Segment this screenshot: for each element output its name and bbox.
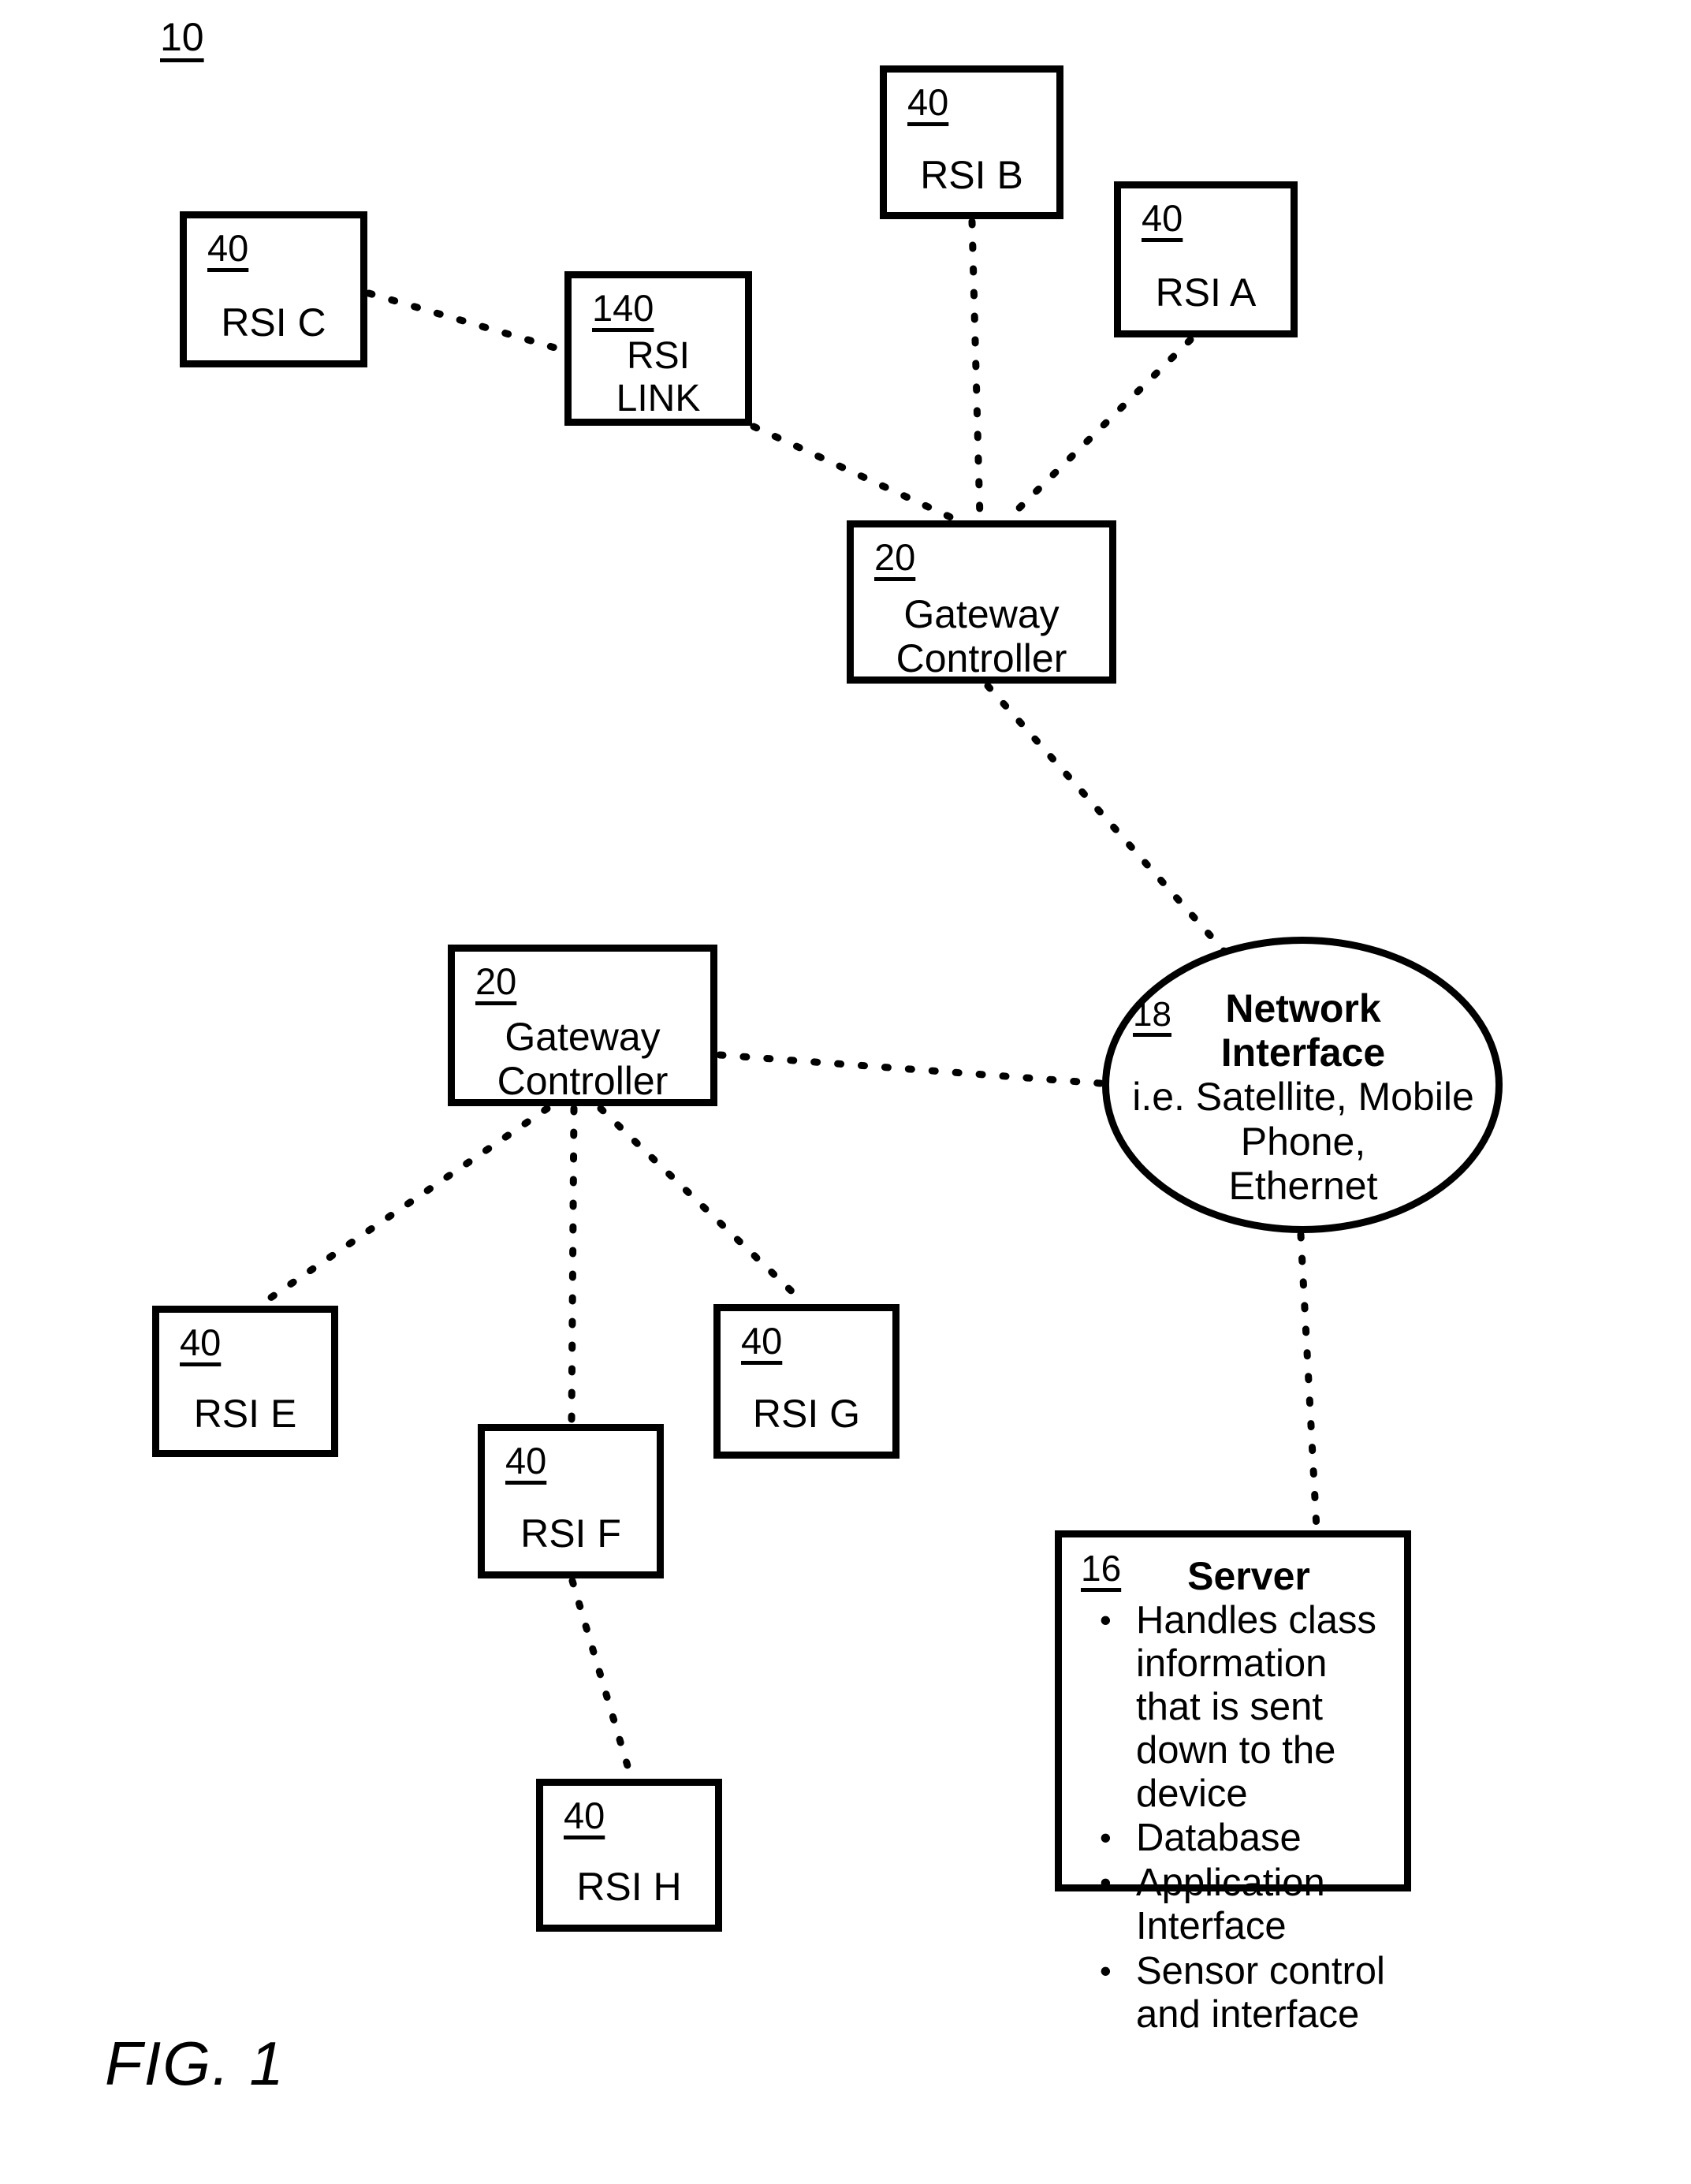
- node-rsi-a[interactable]: 40 RSI A: [1114, 181, 1298, 337]
- patent-figure-canvas: 10 40 RSI C 140 RSI LINK 40 RSI B 40 RSI…: [0, 0, 1691, 2184]
- network-interface-text-block: Network Interface i.e. Satellite, Mobile…: [1093, 986, 1513, 1209]
- node-rsi-b[interactable]: 40 RSI B: [880, 65, 1063, 219]
- wire-network-interface-to-server: [1297, 1231, 1320, 1532]
- wire-gateway-bottom-to-rsi-e: [259, 1105, 551, 1307]
- wire-rsi-f-to-rsi-h: [568, 1577, 635, 1780]
- node-rsi-h[interactable]: 40 RSI H: [536, 1779, 722, 1932]
- node-label: RSI G: [752, 1392, 861, 1436]
- node-rsi-e[interactable]: 40 RSI E: [152, 1306, 338, 1457]
- node-server[interactable]: 16 Server Handles class information that…: [1055, 1530, 1411, 2036]
- wire-rsi-link-to-gateway-top: [750, 423, 956, 522]
- node-reference-numeral: 20: [475, 960, 517, 1002]
- node-rsi-f[interactable]: 40 RSI F: [478, 1424, 664, 1578]
- node-label: RSI C: [221, 300, 326, 345]
- wire-gateway-bottom-to-rsi-f: [568, 1105, 578, 1426]
- wire-gateway-bottom-to-network-interface: [716, 1051, 1104, 1087]
- node-rsi-link[interactable]: 140 RSI LINK: [564, 271, 752, 426]
- wire-rsi-c-to-rsi-link: [365, 289, 567, 354]
- node-label: RSI H: [576, 1865, 682, 1909]
- node-reference-numeral: 40: [907, 81, 949, 123]
- node-label: RSI F: [520, 1511, 621, 1556]
- node-label: RSI LINK: [616, 335, 701, 419]
- wire-gateway-bottom-to-rsi-g: [597, 1105, 806, 1306]
- node-reference-numeral: 16: [1081, 1548, 1122, 1589]
- network-interface-title: Network Interface: [1220, 986, 1386, 1075]
- figure-caption: FIG. 1: [105, 2029, 285, 2098]
- figure-reference-numeral: 10: [160, 15, 204, 59]
- node-reference-numeral: 40: [1142, 197, 1183, 239]
- node-label: Gateway Controller: [896, 592, 1067, 680]
- node-reference-numeral: 20: [874, 536, 916, 578]
- node-reference-numeral: 40: [505, 1440, 547, 1481]
- node-gateway-controller-bottom[interactable]: 20 Gateway Controller: [448, 945, 717, 1106]
- node-gateway-controller-top[interactable]: 20 Gateway Controller: [847, 520, 1116, 684]
- wire-rsi-b-to-gateway-top: [968, 218, 984, 522]
- node-label: RSI A: [1155, 270, 1257, 315]
- node-reference-numeral: 40: [564, 1795, 605, 1836]
- node-label: RSI E: [193, 1392, 297, 1436]
- node-reference-numeral: 40: [207, 227, 249, 269]
- server-feature-list: Handles class information that is sent d…: [1062, 1599, 1404, 2037]
- node-label: Gateway Controller: [497, 1015, 669, 1103]
- node-reference-numeral: 40: [180, 1321, 222, 1363]
- network-interface-subtitle: i.e. Satellite, Mobile Phone, Ethernet: [1132, 1075, 1474, 1208]
- list-item: Sensor control and interface: [1100, 1950, 1391, 2037]
- node-rsi-c[interactable]: 40 RSI C: [180, 211, 367, 367]
- wire-gateway-top-to-network-interface: [984, 682, 1231, 958]
- list-item: Application Interface: [1100, 1862, 1391, 1948]
- list-item: Database: [1100, 1817, 1391, 1860]
- node-rsi-g[interactable]: 40 RSI G: [713, 1304, 900, 1459]
- node-network-interface[interactable]: 18 Network Interface i.e. Satellite, Mob…: [1102, 937, 1503, 1233]
- list-item: Handles class information that is sent d…: [1100, 1599, 1391, 1815]
- node-reference-numeral: 40: [741, 1320, 783, 1362]
- node-label: RSI B: [920, 153, 1023, 197]
- node-reference-numeral: 140: [592, 287, 654, 329]
- wire-rsi-a-to-gateway-top: [1005, 336, 1194, 522]
